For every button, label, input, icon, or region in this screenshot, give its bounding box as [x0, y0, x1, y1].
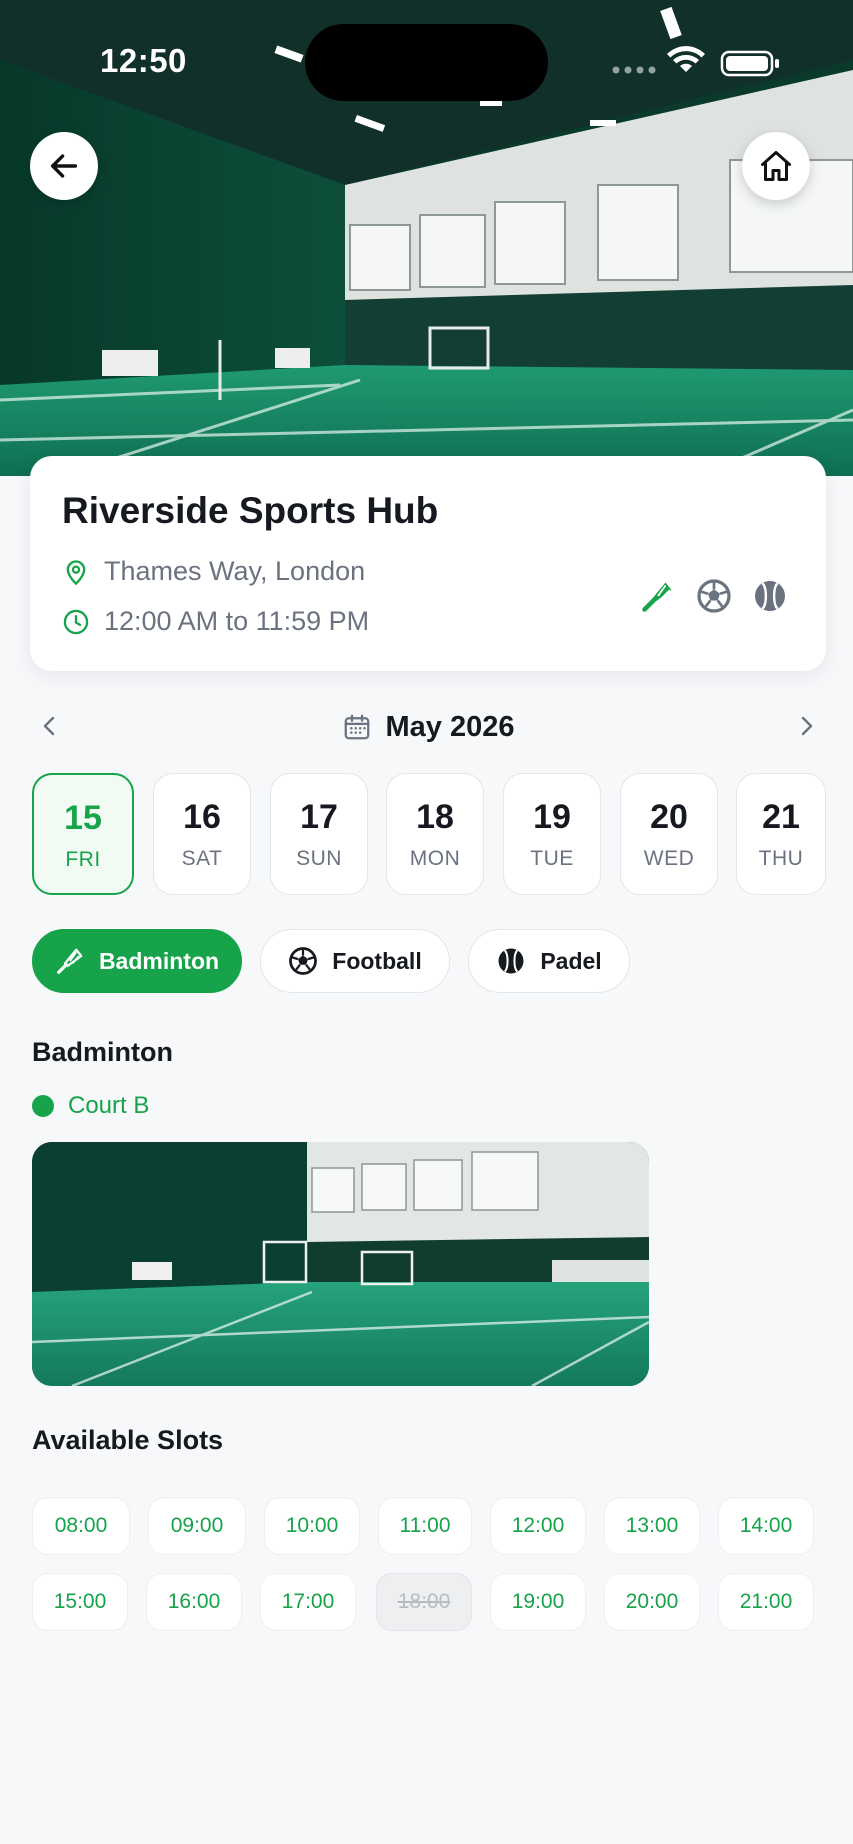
court-name: Court B — [68, 1092, 150, 1119]
date-weekday: WED — [643, 847, 695, 870]
date-selector: 15 FRI 16 SAT 17 SUN 18 MON 19 TUE 20 WE… — [32, 773, 832, 895]
wifi-icon — [667, 46, 705, 72]
status-time: 12:50 — [100, 42, 187, 79]
location-pin-icon — [66, 559, 86, 585]
time-slot[interactable]: 20:00 — [604, 1573, 700, 1631]
time-slot[interactable]: 14:00 — [718, 1497, 814, 1555]
court-photo — [32, 1142, 649, 1386]
signal-icon — [612, 66, 656, 74]
venue-info-card: Riverside Sports Hub Thames Way, London … — [30, 456, 826, 671]
home-icon — [761, 151, 791, 181]
court-label[interactable]: Court B — [32, 1092, 149, 1120]
venue-hours: 12:00 AM to 11:59 PM — [104, 606, 370, 636]
date-number: 17 — [300, 798, 338, 836]
chip-label: Badminton — [98, 947, 220, 974]
battery-icon — [720, 50, 779, 77]
date-number: 16 — [183, 798, 221, 836]
shuttlecock-icon — [640, 578, 676, 614]
date-weekday: MON — [409, 847, 461, 870]
time-slot[interactable]: 11:00 — [378, 1497, 472, 1555]
date-card[interactable]: 16 SAT — [153, 773, 251, 895]
date-weekday: SUN — [296, 847, 342, 870]
time-slot[interactable]: 17:00 — [260, 1573, 356, 1631]
date-card[interactable]: 19 TUE — [503, 773, 601, 895]
month-navigator: May 2026 — [30, 702, 826, 752]
date-number: 19 — [533, 798, 571, 836]
chevron-right-icon — [801, 716, 813, 736]
time-slot[interactable]: 21:00 — [718, 1573, 814, 1631]
court-status-dot — [32, 1095, 54, 1117]
time-slot[interactable]: 19:00 — [490, 1573, 586, 1631]
arrow-left-icon — [50, 154, 78, 178]
time-slot[interactable]: 15:00 — [32, 1573, 128, 1631]
time-slot[interactable]: 13:00 — [604, 1497, 700, 1555]
date-card[interactable]: 20 WED — [620, 773, 718, 895]
month-label: May 2026 — [385, 710, 515, 743]
sport-chip-football[interactable]: Football — [260, 929, 450, 993]
date-card[interactable]: 17 SUN — [270, 773, 368, 895]
date-card[interactable]: 18 MON — [386, 773, 484, 895]
court-section-title: Badminton — [32, 1037, 173, 1067]
date-number: 21 — [762, 798, 800, 836]
dynamic-island — [305, 24, 548, 101]
time-slot[interactable]: 10:00 — [264, 1497, 360, 1555]
football-icon — [696, 578, 732, 614]
football-icon — [288, 946, 318, 976]
status-bar: 12:50 — [0, 0, 853, 120]
court-image — [32, 1142, 649, 1386]
next-month-button[interactable] — [790, 710, 822, 742]
time-slot[interactable]: 08:00 — [32, 1497, 130, 1555]
padel-ball-icon — [752, 578, 788, 614]
time-slot[interactable]: 09:00 — [148, 1497, 246, 1555]
sport-chip-padel[interactable]: Padel — [468, 929, 630, 993]
date-number: 18 — [416, 798, 454, 836]
date-weekday: TUE — [530, 847, 574, 870]
venue-name: Riverside Sports Hub — [62, 490, 439, 531]
date-card[interactable]: 15 FRI — [32, 773, 134, 895]
venue-address: Thames Way, London — [104, 556, 366, 586]
venue-address-row: Thames Way, London — [62, 556, 365, 587]
date-number: 20 — [650, 798, 688, 836]
slots-section-title: Available Slots — [32, 1425, 224, 1455]
back-button[interactable] — [30, 132, 98, 200]
clock-icon — [63, 609, 89, 634]
home-button[interactable] — [742, 132, 810, 200]
time-slot[interactable]: 12:00 — [490, 1497, 586, 1555]
time-slot-unavailable: 18:00 — [376, 1573, 472, 1631]
venue-sport-icons — [640, 578, 788, 614]
chip-label: Padel — [540, 947, 602, 974]
venue-hero-image: 12:50 — [0, 0, 853, 476]
venue-hours-row: 12:00 AM to 11:59 PM — [62, 606, 369, 637]
sport-chip-badminton[interactable]: Badminton — [32, 929, 242, 993]
chip-label: Football — [332, 947, 422, 974]
date-number: 15 — [64, 799, 102, 837]
date-weekday: FRI — [65, 848, 101, 871]
padel-ball-icon — [496, 946, 526, 976]
time-slot[interactable]: 16:00 — [146, 1573, 242, 1631]
status-icons — [612, 46, 779, 77]
date-weekday: THU — [758, 847, 804, 870]
shuttlecock-icon — [55, 946, 85, 976]
date-weekday: SAT — [181, 847, 223, 870]
date-card[interactable]: 21 THU — [736, 773, 826, 895]
calendar-icon — [344, 714, 369, 740]
